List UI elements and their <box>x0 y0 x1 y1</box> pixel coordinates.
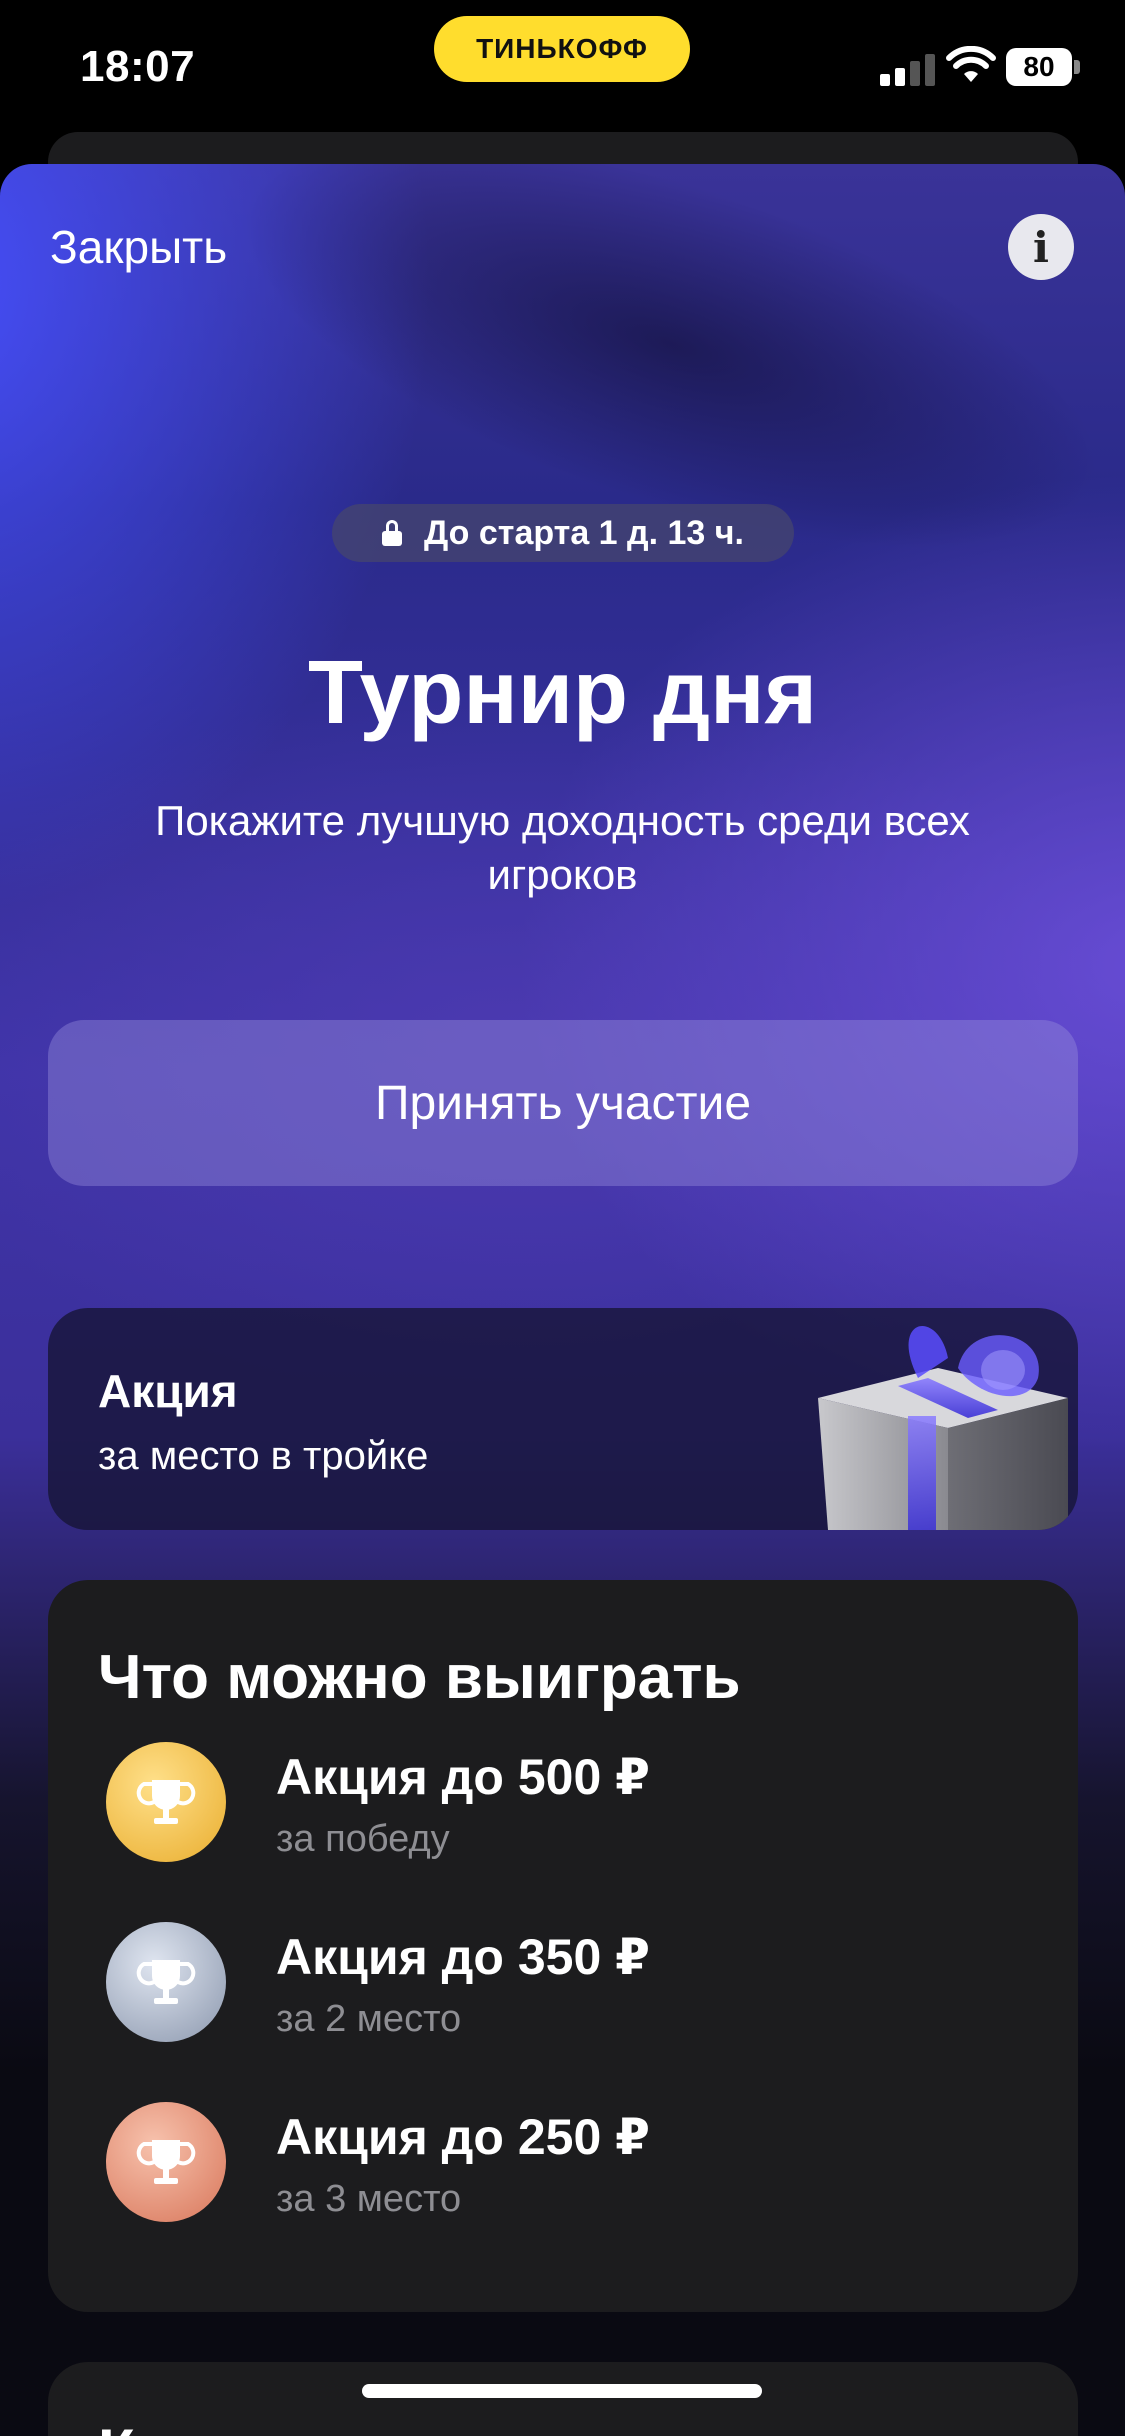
page-title: Турнир дня <box>307 643 818 743</box>
bronze-trophy-icon <box>106 2102 226 2222</box>
status-time: 18:07 <box>80 42 196 91</box>
prize-description: за 2 место <box>276 1998 462 2040</box>
battery-tip <box>1074 60 1080 74</box>
wifi-icon <box>946 46 996 82</box>
next-section-title: Ка <box>98 2416 169 2436</box>
gift-icon <box>818 1325 1068 1530</box>
next-section-card: Ка <box>48 2362 1078 2436</box>
prize-row-3: Акция до 250 ₽ за 3 место <box>106 2102 1026 2232</box>
promo-title: Акция <box>98 1365 238 1417</box>
screen: 18:07 ТИНЬКОФФ 80 Закрыть i До старта 1 … <box>0 0 1125 2436</box>
info-icon[interactable]: i <box>1008 214 1074 280</box>
prizes-card: Что можно выиграть Акция до 500 ₽ за поб… <box>48 1580 1078 2312</box>
brand-pill[interactable]: ТИНЬКОФФ <box>434 16 690 82</box>
close-button[interactable]: Закрыть <box>50 220 227 274</box>
home-indicator[interactable] <box>362 2384 762 2398</box>
promo-subtitle: за место в тройке <box>98 1434 429 1478</box>
prize-description: за 3 место <box>276 2178 462 2220</box>
prize-amount: Акция до 500 ₽ <box>276 1749 650 1805</box>
gold-trophy-icon <box>106 1742 226 1862</box>
silver-trophy-icon <box>106 1922 226 2042</box>
join-button[interactable]: Принять участие <box>48 1020 1078 1186</box>
prize-amount: Акция до 250 ₽ <box>276 2109 650 2165</box>
prizes-title: Что можно выиграть <box>98 1643 741 1712</box>
prize-row-2: Акция до 350 ₽ за 2 место <box>106 1922 1026 2052</box>
tournament-sheet: Закрыть i До старта 1 д. 13 ч. Турнир дн… <box>0 164 1125 2436</box>
page-subtitle: Покажите лучшую доходность среди всех иг… <box>155 797 970 898</box>
prize-amount: Акция до 350 ₽ <box>276 1929 650 1985</box>
prize-row-1: Акция до 500 ₽ за победу <box>106 1742 1026 1872</box>
promo-card[interactable]: Акция за место в тройке <box>48 1308 1078 1530</box>
lock-icon <box>382 520 403 546</box>
cellular-signal-icon <box>880 52 936 86</box>
battery-icon: 80 <box>1006 48 1072 86</box>
start-countdown-badge: До старта 1 д. 13 ч. <box>332 504 794 562</box>
prize-description: за победу <box>276 1818 450 1860</box>
status-bar: 18:07 ТИНЬКОФФ 80 <box>0 0 1125 140</box>
start-countdown-text: До старта 1 д. 13 ч. <box>424 513 744 552</box>
background-streak <box>192 164 1125 636</box>
